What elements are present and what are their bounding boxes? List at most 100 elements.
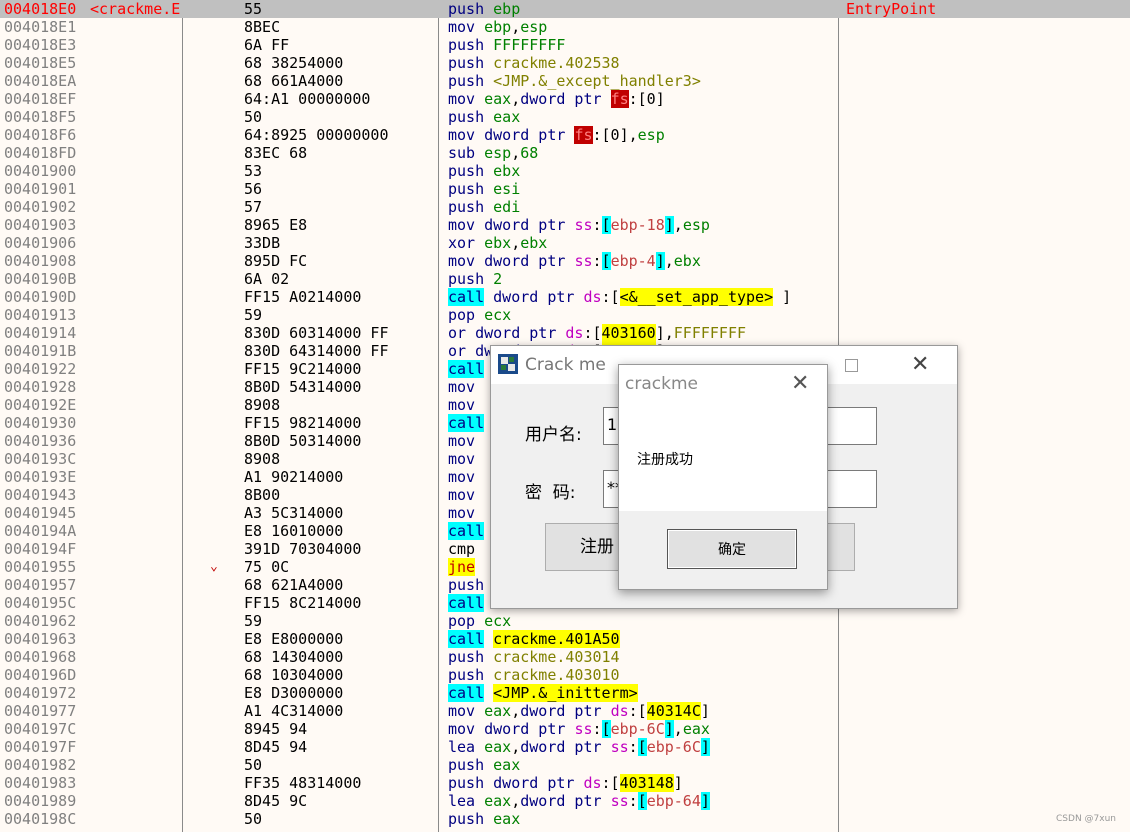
instruction-token xyxy=(475,792,484,810)
disasm-row[interactable]: 00401902 57 push edi xyxy=(0,198,1130,216)
instruction-token: eax xyxy=(484,792,512,810)
disasm-row[interactable]: 00401900 53 push ebx xyxy=(0,162,1130,180)
instruction-cell: push eax xyxy=(448,108,520,126)
address-label: <crackme.E xyxy=(90,0,181,18)
address-cell: 0040190B xyxy=(4,270,77,288)
instruction-token: ebp-18 xyxy=(610,216,665,234)
instruction-token: ebp xyxy=(493,0,521,18)
instruction-token: , xyxy=(664,252,674,270)
instruction-cell: call xyxy=(448,360,485,378)
disasm-row[interactable]: 00401989 8D45 9C lea eax,dword ptr ss:[ebp… xyxy=(0,792,1130,810)
instruction-token: ebp-6C xyxy=(646,738,701,756)
instruction-token: mov xyxy=(448,378,476,396)
bytes-cell: 830D 60314000 FF xyxy=(244,324,389,342)
disasm-row[interactable]: 0040190B 6A 02 push 2 xyxy=(0,270,1130,288)
address-cell: 00401922 xyxy=(4,360,77,378)
instruction-token xyxy=(466,342,475,360)
instruction-token xyxy=(466,324,475,342)
instruction-token: crackme.403014 xyxy=(493,648,620,666)
disasm-row[interactable]: 0040197C 8945 94 mov dword ptr ss:[ebp-6C]… xyxy=(0,720,1130,738)
instruction-token: ss xyxy=(574,216,593,234)
disasm-row[interactable]: 0040190D FF15 A0214000 call dword ptr ds:[… xyxy=(0,288,1130,306)
disasm-row[interactable]: 00401962 59 pop ecx xyxy=(0,612,1130,630)
close-icon[interactable]: ✕ xyxy=(791,371,809,396)
instruction-token: :[0], xyxy=(592,126,638,144)
disasm-row[interactable]: 00401977 A1 4C314000 mov eax,dword ptr ds:… xyxy=(0,702,1130,720)
disasm-row[interactable]: 00401914 830D 60314000 FF or dword ptr ds:… xyxy=(0,324,1130,342)
instruction-cell: push crackme.402538 xyxy=(448,54,620,72)
disasm-row[interactable]: 00401903 8965 E8 mov dword ptr ss:[ebp-18]… xyxy=(0,216,1130,234)
instruction-token: [ xyxy=(637,738,647,756)
jump-arrow-icon[interactable]: ⌄ xyxy=(210,558,218,576)
address-cell: 004018FD xyxy=(4,144,77,162)
instruction-token xyxy=(475,234,484,252)
disasm-row[interactable]: 0040197F 8D45 94 lea eax,dword ptr ss:[ebp… xyxy=(0,738,1130,756)
disasm-row[interactable]: 0040196D 68 10304000 push crackme.403010 xyxy=(0,666,1130,684)
disasm-row[interactable]: 00401968 68 14304000 push crackme.403014 xyxy=(0,648,1130,666)
window-title: Crack me xyxy=(525,355,606,375)
instruction-token: push xyxy=(448,0,485,18)
maximize-icon[interactable] xyxy=(845,359,858,372)
disasm-row[interactable]: 00401982 50 push eax xyxy=(0,756,1130,774)
disasm-row[interactable]: 00401906 33DB xor ebx,ebx xyxy=(0,234,1130,252)
instruction-token xyxy=(484,810,493,828)
disasm-row[interactable]: 004018EF 64:A1 00000000 mov eax,dword ptr … xyxy=(0,90,1130,108)
instruction-token: : xyxy=(628,792,638,810)
instruction-token: <JMP.&_initterm> xyxy=(493,684,638,702)
disasm-row[interactable]: 004018FD 83EC 68 sub esp,68 xyxy=(0,144,1130,162)
comment-cell: EntryPoint xyxy=(846,0,937,18)
bytes-cell: FF15 98214000 xyxy=(244,414,362,432)
address-cell: 00401968 xyxy=(4,648,77,666)
address-cell: 00401957 xyxy=(4,576,77,594)
disasm-row[interactable]: 00401963 E8 E8000000 call crackme.401A50 xyxy=(0,630,1130,648)
disasm-row[interactable]: 00401901 56 push esi xyxy=(0,180,1130,198)
address-cell: 00401983 xyxy=(4,774,77,792)
address-cell: 00401962 xyxy=(4,612,77,630)
instruction-token: FFFFFFFF xyxy=(673,324,747,342)
bytes-cell: 8D45 94 xyxy=(244,738,308,756)
instruction-token: :[ xyxy=(601,774,620,792)
instruction-token: , xyxy=(511,792,521,810)
instruction-token: call xyxy=(448,684,485,702)
instruction-token: mov xyxy=(448,702,476,720)
disasm-row[interactable]: 00401908 895D FC mov dword ptr ss:[ebp-4],… xyxy=(0,252,1130,270)
disasm-row[interactable]: 004018EA 68 661A4000 push <JMP.&_except_ha… xyxy=(0,72,1130,90)
address-cell: 00401989 xyxy=(4,792,77,810)
instruction-token: : xyxy=(628,738,638,756)
instruction-token: eax xyxy=(493,108,521,126)
instruction-cell: mov xyxy=(448,378,475,396)
instruction-token: : xyxy=(592,720,602,738)
instruction-token: 403148 xyxy=(619,774,674,792)
disasm-row[interactable]: 004018E5 68 38254000 push crackme.402538 xyxy=(0,54,1130,72)
instruction-cell: xor ebx,ebx xyxy=(448,234,547,252)
disasm-row[interactable]: 00401983 FF35 48314000 push dword ptr ds:[… xyxy=(0,774,1130,792)
instruction-token: dword ptr xyxy=(520,702,611,720)
disasm-row[interactable]: 00401972 E8 D3000000 call <JMP.&_initterm> xyxy=(0,684,1130,702)
disasm-row[interactable]: 004018F5 50 push eax xyxy=(0,108,1130,126)
instruction-token: eax xyxy=(493,810,521,828)
instruction-cell: push eax xyxy=(448,810,520,828)
disasm-row[interactable]: 004018E3 6A FF push FFFFFFFF xyxy=(0,36,1130,54)
bytes-cell: FF15 A0214000 xyxy=(244,288,362,306)
instruction-token: push xyxy=(448,756,485,774)
instruction-token: push xyxy=(448,198,485,216)
address-cell: 00401982 xyxy=(4,756,77,774)
instruction-token: push xyxy=(448,648,485,666)
close-icon[interactable]: ✕ xyxy=(911,352,929,377)
instruction-token: dword ptr xyxy=(484,126,575,144)
instruction-token xyxy=(475,144,484,162)
disasm-row[interactable]: 0040198C 50 push eax xyxy=(0,810,1130,828)
ok-button[interactable]: 确定 xyxy=(667,529,797,569)
disasm-row[interactable]: 004018F6 64:8925 00000000 mov dword ptr fs… xyxy=(0,126,1130,144)
disasm-row[interactable]: 004018E1 8BEC mov ebp,esp xyxy=(0,18,1130,36)
disasm-row[interactable]: 004018E0 <crackme.E 55 push ebp EntryPoint xyxy=(0,0,1130,18)
bytes-cell: E8 E8000000 xyxy=(244,630,344,648)
bytes-cell: 895D FC xyxy=(244,252,308,270)
instruction-token: mov xyxy=(448,90,476,108)
disasm-row[interactable]: 00401913 59 pop ecx xyxy=(0,306,1130,324)
address-cell: 00401963 xyxy=(4,630,77,648)
bytes-cell: 50 xyxy=(244,108,263,126)
instruction-token xyxy=(475,612,484,630)
instruction-token: push xyxy=(448,270,485,288)
instruction-token: ], xyxy=(655,324,674,342)
